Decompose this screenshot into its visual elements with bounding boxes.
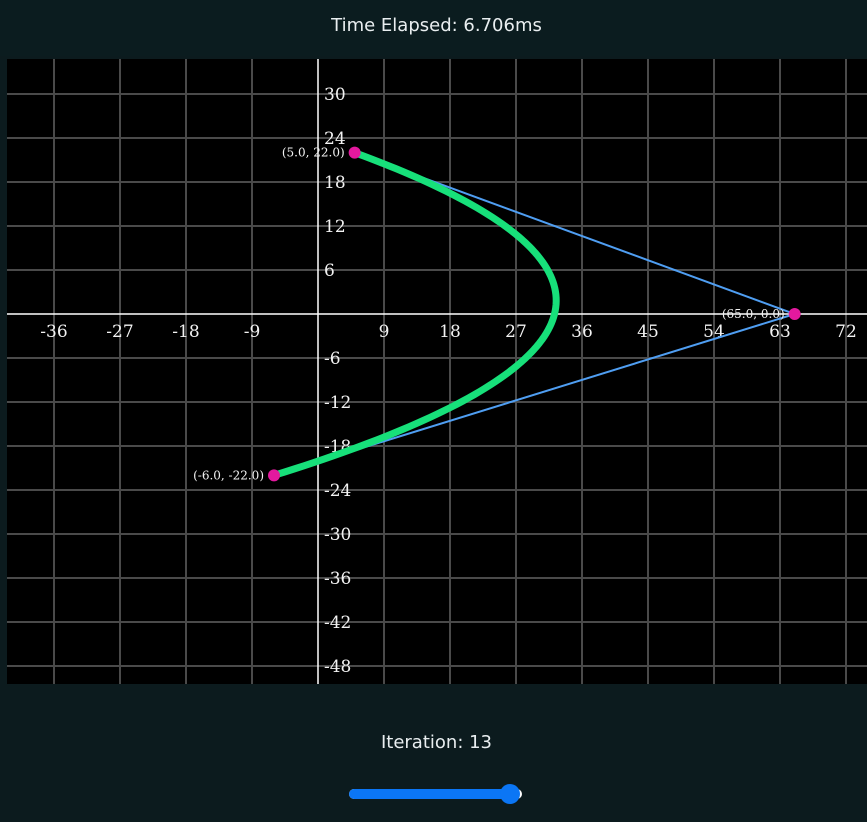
x-tick-label: -36 xyxy=(40,322,67,342)
x-tick-label: 18 xyxy=(439,322,461,342)
x-tick-label: -27 xyxy=(106,322,133,342)
control-point-1 xyxy=(788,308,801,320)
iteration-slider-fill xyxy=(349,789,510,799)
x-tick-label: 72 xyxy=(835,322,857,342)
bezier-plot[interactable]: -36 -27 -18 -9 9 18 27 36 45 54 63 72302418126-6-12… xyxy=(7,59,867,684)
x-tick-label: -9 xyxy=(244,322,261,342)
x-tick-label: 36 xyxy=(571,322,593,342)
time-elapsed-label: Time Elapsed: 6.706ms xyxy=(331,15,542,36)
y-tick-label: -30 xyxy=(324,525,351,545)
header-bar: Time Elapsed: 6.706ms xyxy=(0,0,867,56)
bezier-canvas[interactable]: -36 -27 -18 -9 9 18 27 36 45 54 63 72 30 24 18 12 6 -6 -12… xyxy=(7,59,867,684)
y-tick-label: -42 xyxy=(324,613,351,633)
y-tick-label: -24 xyxy=(324,481,351,501)
iteration-slider-thumb[interactable] xyxy=(499,784,520,804)
x-tick-label: -18 xyxy=(172,322,199,342)
footer-panel: Iteration: 13 xyxy=(0,684,867,822)
x-tick-label: 27 xyxy=(505,322,527,342)
y-tick-label: -48 xyxy=(324,657,351,677)
iteration-slider[interactable] xyxy=(349,784,522,804)
y-tick-label: 18 xyxy=(324,173,346,193)
control-point-2 xyxy=(268,469,280,482)
x-tick-label: 9 xyxy=(379,322,390,342)
y-tick-label: 6 xyxy=(324,261,335,281)
control-point-0 xyxy=(348,146,361,159)
y-tick-label: 12 xyxy=(324,217,346,237)
y-tick-label: -36 xyxy=(324,569,351,589)
y-tick-label: 30 xyxy=(324,85,346,105)
y-tick-label: -12 xyxy=(324,393,351,413)
x-tick-label: 63 xyxy=(769,322,791,342)
iteration-label: Iteration: 13 xyxy=(380,732,493,753)
x-tick-label: 45 xyxy=(637,322,659,342)
y-tick-label: -6 xyxy=(324,349,341,369)
control-point-label: (-6.0, -22.0) xyxy=(193,468,264,482)
control-point-label: (65.0, 0.0) xyxy=(722,307,785,321)
control-point-label: (5.0, 22.0) xyxy=(282,146,345,160)
